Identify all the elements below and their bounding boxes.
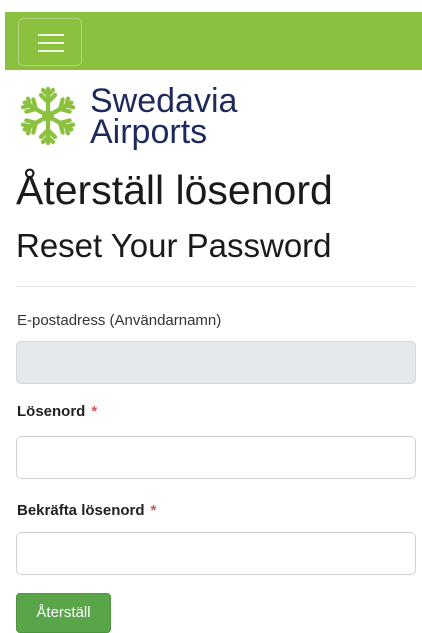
snowflake-icon <box>16 86 80 148</box>
email-label: E-postadress (Användarnamn) <box>17 312 222 329</box>
menu-line <box>38 34 64 36</box>
top-nav-bar <box>5 12 422 70</box>
page-title-english: Reset Your Password <box>16 227 332 264</box>
reset-button[interactable]: Återställ <box>16 593 111 633</box>
password-label: Lösenord * <box>17 402 97 422</box>
swedavia-logo[interactable]: Swedavia Airports <box>16 84 276 152</box>
logo-line-2: Airports <box>90 113 208 151</box>
email-field[interactable] <box>16 341 416 384</box>
confirm-password-label: Bekräfta lösenord * <box>17 501 156 521</box>
divider <box>16 286 415 287</box>
required-mark: * <box>91 403 98 420</box>
confirm-password-label-text: Bekräfta lösenord <box>17 502 145 519</box>
required-mark: * <box>150 502 157 519</box>
confirm-password-field[interactable] <box>16 532 416 575</box>
menu-line <box>38 42 64 44</box>
password-field[interactable] <box>16 436 416 479</box>
password-label-text: Lösenord <box>17 403 86 420</box>
menu-line <box>38 50 64 52</box>
logo-wordmark: Swedavia Airports <box>90 84 237 151</box>
hamburger-menu-icon[interactable] <box>18 18 82 66</box>
page-title-swedish: Återställ lösenord <box>16 167 333 213</box>
